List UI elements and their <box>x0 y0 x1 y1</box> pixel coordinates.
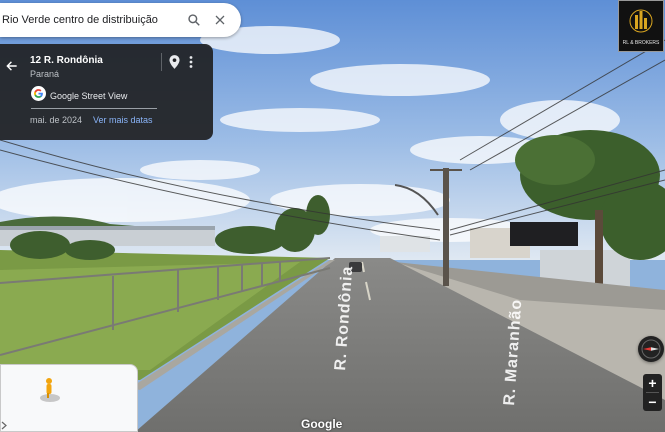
location-pin-icon[interactable] <box>166 53 182 71</box>
pegman-icon[interactable] <box>39 377 61 408</box>
source-label: Google Street View <box>50 91 128 101</box>
address-subtitle: Paraná <box>30 69 60 79</box>
address-title: 12 R. Rondônia <box>30 55 103 66</box>
minimap[interactable] <box>0 364 138 432</box>
compass-icon[interactable] <box>638 336 664 362</box>
search-box[interactable]: Rio Verde centro de distribuição <box>0 3 241 37</box>
zoom-control: + − <box>643 374 662 411</box>
search-input[interactable]: Rio Verde centro de distribuição <box>0 14 181 26</box>
more-vert-icon[interactable] <box>184 53 198 71</box>
card-divider <box>161 53 162 71</box>
zoom-out-button[interactable]: − <box>643 393 662 411</box>
close-icon[interactable] <box>207 7 233 33</box>
zoom-in-button[interactable]: + <box>643 374 662 392</box>
search-icon[interactable] <box>181 7 207 33</box>
google-logo-icon <box>31 86 46 106</box>
svg-text:RL & BROKERS: RL & BROKERS <box>623 40 660 46</box>
street-view-source: Google Street View <box>31 86 127 106</box>
brand-logo: RL & BROKERS <box>618 0 664 52</box>
capture-date: mai. de 2024 <box>30 115 83 125</box>
arrow-back-icon[interactable] <box>2 56 22 76</box>
expand-map-icon[interactable] <box>1 417 7 430</box>
google-watermark: Google <box>301 417 343 431</box>
card-separator <box>31 108 157 109</box>
location-info-card: 12 R. Rondônia Paraná Google Street View… <box>0 44 213 140</box>
more-dates-link[interactable]: Ver mais datas <box>93 115 153 125</box>
